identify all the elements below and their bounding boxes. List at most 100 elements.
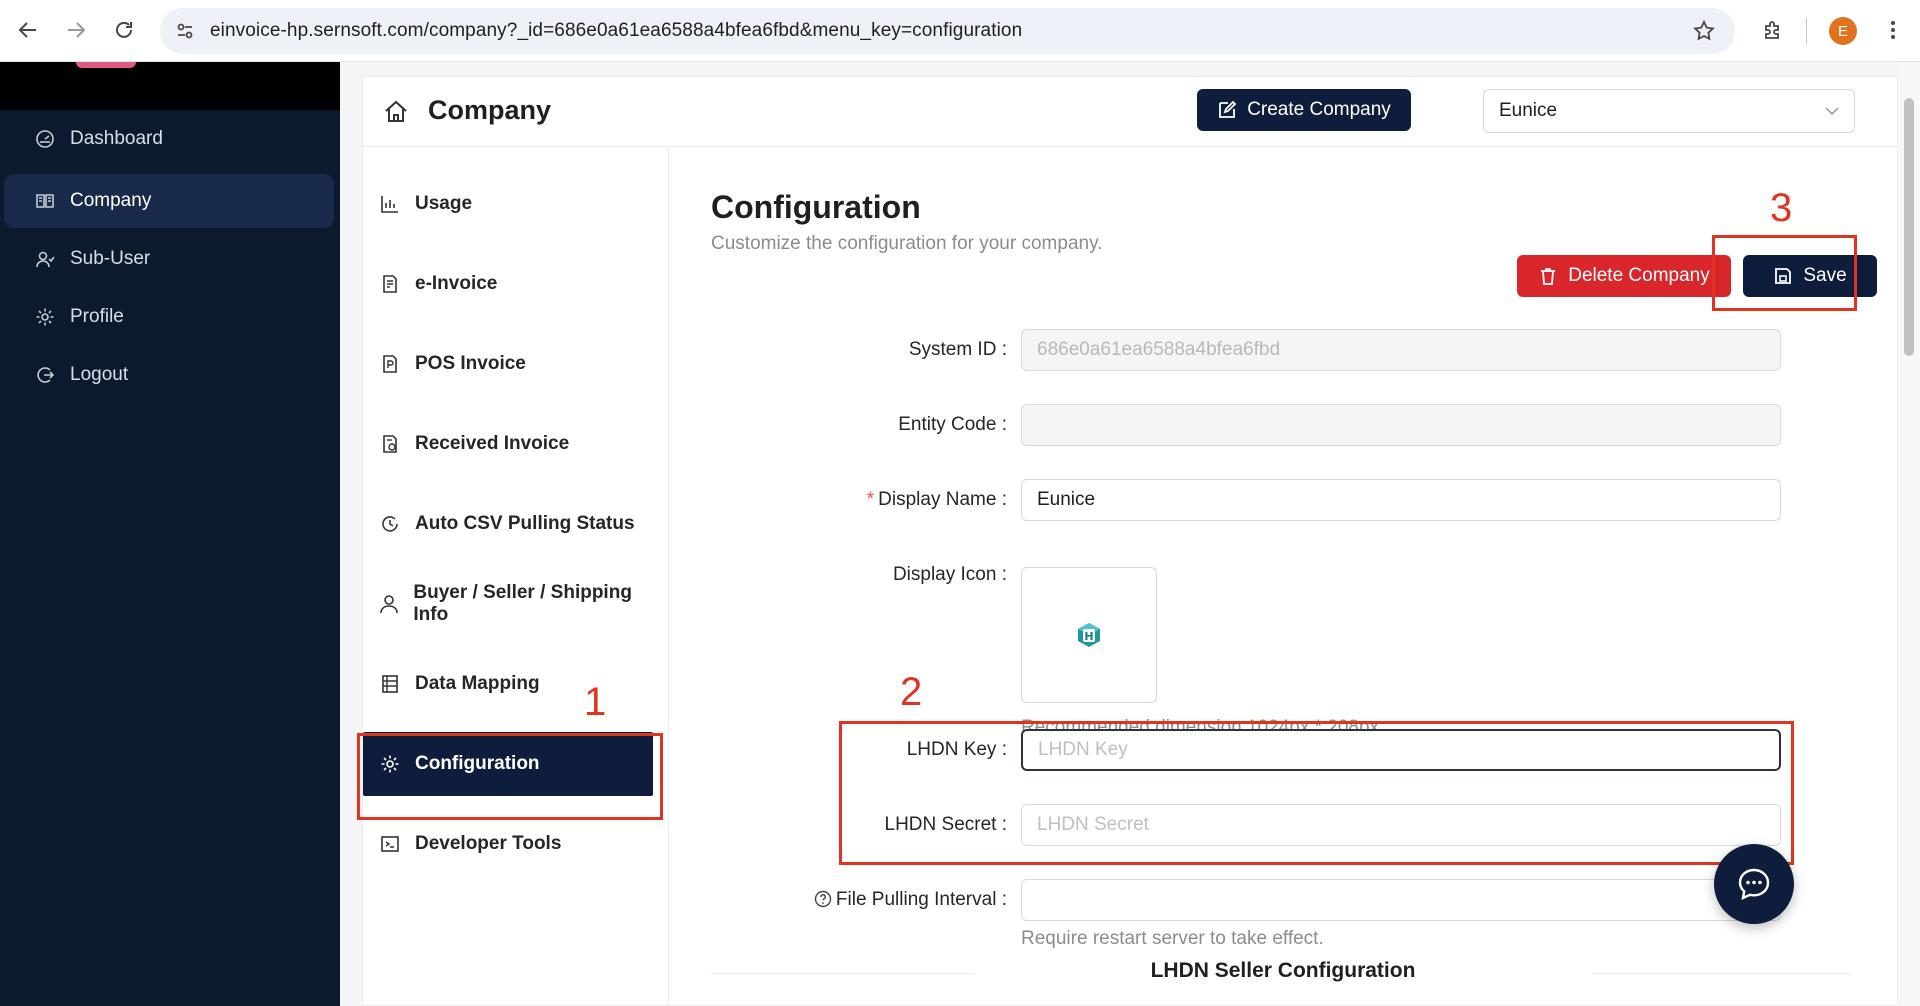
submenu-item-pos-invoice[interactable]: POS Invoice bbox=[363, 332, 653, 396]
pos-invoice-icon bbox=[379, 353, 401, 375]
delete-company-button[interactable]: Delete Company bbox=[1517, 255, 1731, 297]
create-company-label: Create Company bbox=[1247, 99, 1391, 120]
submenu-item-data-mapping[interactable]: Data Mapping bbox=[363, 652, 653, 716]
chat-bubble-icon bbox=[1738, 868, 1770, 901]
data-mapping-icon bbox=[379, 673, 401, 695]
card-header: Company Create Company Eunice bbox=[363, 77, 1899, 147]
invoice-icon bbox=[379, 273, 401, 295]
create-company-button[interactable]: Create Company bbox=[1197, 89, 1411, 131]
company-submenu: Usage e-Invoice POS Invoice Received Inv… bbox=[363, 148, 669, 1006]
submenu-item-developer-tools[interactable]: Developer Tools bbox=[363, 812, 653, 876]
user-icon bbox=[379, 593, 399, 615]
submenu-item-e-invoice[interactable]: e-Invoice bbox=[363, 252, 653, 316]
toolbar-divider bbox=[1806, 18, 1807, 44]
logo-area bbox=[0, 62, 340, 110]
system-id-label: System ID : bbox=[908, 339, 1007, 360]
display-icon-label: Display Icon : bbox=[892, 564, 1007, 585]
app-sidebar: Dashboard Company Sub-User Profile Logou… bbox=[0, 62, 340, 1006]
extensions-icon[interactable] bbox=[1756, 13, 1790, 47]
submenu-item-label: POS Invoice bbox=[415, 353, 526, 374]
display-icon-label-text: Display Icon bbox=[892, 564, 997, 585]
chat-button[interactable] bbox=[1714, 844, 1794, 924]
annotation-number-1: 1 bbox=[584, 680, 607, 724]
annotation-number-2: 2 bbox=[900, 670, 923, 714]
delete-company-label: Delete Company bbox=[1568, 265, 1710, 286]
address-bar[interactable]: einvoice-hp.sernsoft.com/company?_id=686… bbox=[160, 8, 1735, 54]
sidebar-item-sub-user[interactable]: Sub-User bbox=[4, 232, 334, 286]
trash-icon bbox=[1538, 266, 1558, 286]
sidebar-item-label: Company bbox=[70, 190, 152, 211]
forward-icon[interactable] bbox=[58, 12, 94, 48]
display-icon-upload[interactable]: H bbox=[1021, 567, 1157, 703]
submenu-item-auto-csv[interactable]: Auto CSV Pulling Status bbox=[363, 492, 653, 556]
company-card: Company Create Company Eunice Usage e-In… bbox=[362, 76, 1899, 1006]
dashboard-icon bbox=[34, 128, 56, 150]
system-id-field: 686e0a61ea6588a4bfea6fbd bbox=[1021, 329, 1781, 371]
received-invoice-icon bbox=[379, 433, 401, 455]
chevron-down-icon bbox=[1824, 103, 1840, 119]
entity-code-field bbox=[1021, 404, 1781, 446]
annotation-box-2 bbox=[839, 721, 1794, 865]
logout-icon bbox=[34, 364, 56, 386]
bookmark-star-icon[interactable] bbox=[1691, 18, 1717, 44]
terminal-icon bbox=[379, 833, 401, 855]
submenu-item-label: Received Invoice bbox=[415, 433, 570, 454]
company-select[interactable]: Eunice bbox=[1483, 89, 1855, 133]
company-logo-icon: H bbox=[1078, 623, 1100, 647]
submenu-item-label: Usage bbox=[415, 193, 473, 214]
submenu-item-label: Auto CSV Pulling Status bbox=[415, 513, 635, 534]
browser-toolbar: einvoice-hp.sernsoft.com/company?_id=686… bbox=[0, 0, 1920, 62]
section-title: Configuration bbox=[711, 189, 921, 225]
submenu-item-label: Data Mapping bbox=[415, 673, 540, 694]
sidebar-item-label: Logout bbox=[70, 364, 129, 385]
site-info-icon[interactable] bbox=[174, 20, 196, 42]
entity-code-label: Entity Code : bbox=[898, 414, 1007, 435]
submenu-item-label: e-Invoice bbox=[415, 273, 498, 294]
submenu-item-label: Developer Tools bbox=[415, 833, 562, 854]
sidebar-item-dashboard[interactable]: Dashboard bbox=[4, 112, 334, 166]
lhdn-seller-section-title: LHDN Seller Configuration bbox=[973, 959, 1593, 983]
sidebar-item-profile[interactable]: Profile bbox=[4, 290, 334, 344]
annotation-number-3: 3 bbox=[1770, 186, 1793, 230]
page-title: Company bbox=[428, 95, 552, 125]
display-name-label-text: Display Name bbox=[878, 489, 997, 510]
file-pulling-interval-label-text: File Pulling Interval bbox=[835, 889, 997, 910]
file-pulling-interval-field[interactable] bbox=[1021, 879, 1781, 921]
file-pulling-interval-help: Require restart server to take effect. bbox=[1021, 928, 1324, 949]
sidebar-item-label: Profile bbox=[70, 306, 124, 327]
svg-text:H: H bbox=[1084, 630, 1093, 643]
app-logo[interactable] bbox=[76, 62, 136, 68]
sidebar-item-company[interactable]: Company bbox=[4, 174, 334, 228]
submenu-item-usage[interactable]: Usage bbox=[363, 172, 653, 236]
bar-chart-icon bbox=[379, 193, 401, 215]
display-name-field[interactable]: Eunice bbox=[1021, 479, 1781, 521]
edit-icon bbox=[1217, 100, 1237, 120]
url-text[interactable]: einvoice-hp.sernsoft.com/company?_id=686… bbox=[210, 20, 1022, 42]
sidebar-item-label: Sub-User bbox=[70, 248, 151, 269]
entity-code-label-text: Entity Code bbox=[898, 414, 997, 435]
more-menu-icon[interactable] bbox=[1876, 13, 1910, 47]
book-icon bbox=[34, 190, 56, 212]
question-circle-icon[interactable] bbox=[814, 890, 832, 908]
users-icon bbox=[34, 248, 56, 270]
system-id-label-text: System ID bbox=[908, 339, 997, 360]
clock-icon bbox=[379, 513, 401, 535]
submenu-item-label: Buyer / Seller / Shipping Info bbox=[413, 582, 632, 625]
submenu-item-received-invoice[interactable]: Received Invoice bbox=[363, 412, 653, 476]
home-icon[interactable] bbox=[383, 99, 409, 125]
sidebar-item-logout[interactable]: Logout bbox=[4, 348, 334, 402]
gear-icon bbox=[34, 306, 56, 328]
section-subtitle: Customize the configuration for your com… bbox=[711, 233, 1103, 254]
sidebar-item-label: Dashboard bbox=[70, 128, 163, 149]
scrollbar-thumb[interactable] bbox=[1904, 98, 1914, 356]
page-scrollbar[interactable] bbox=[1898, 62, 1920, 1006]
annotation-box-1 bbox=[357, 733, 663, 820]
file-pulling-interval-label: File Pulling Interval : bbox=[707, 889, 1007, 911]
company-select-value: Eunice bbox=[1499, 100, 1558, 121]
submenu-item-buyer-seller-shipping[interactable]: Buyer / Seller / Shipping Info bbox=[363, 572, 653, 636]
reload-icon[interactable] bbox=[106, 12, 142, 48]
annotation-box-3 bbox=[1712, 235, 1857, 311]
back-icon[interactable] bbox=[10, 12, 46, 48]
display-name-label: * Display Name : bbox=[866, 489, 1007, 510]
profile-avatar[interactable]: E bbox=[1829, 17, 1857, 45]
